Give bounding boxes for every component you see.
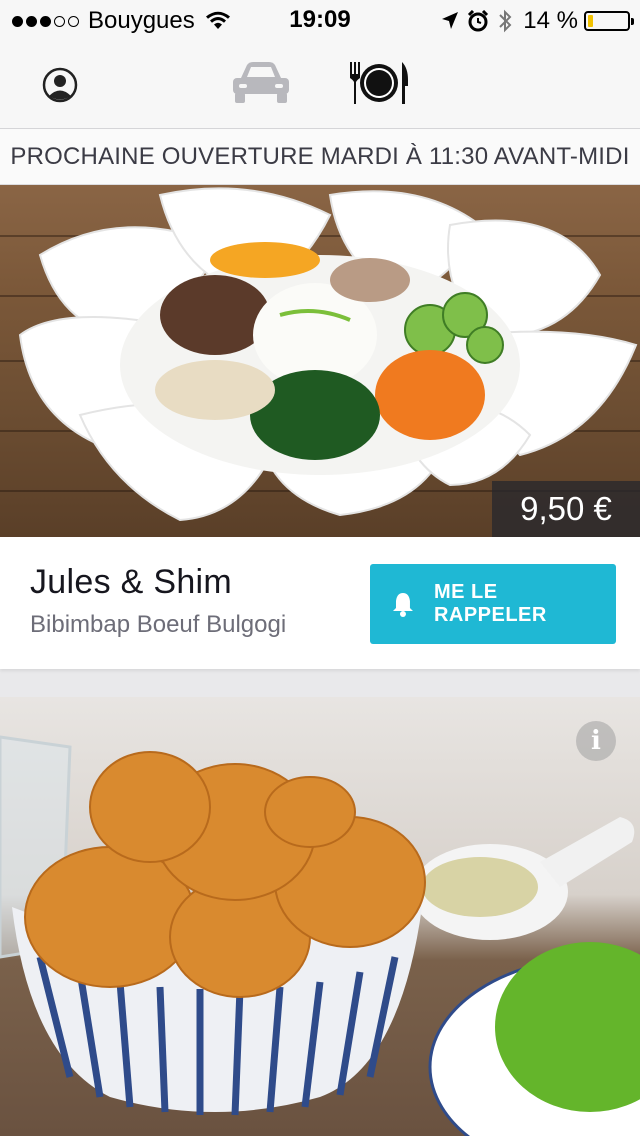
dish-info-card: Jules & Shim Bibimbap Boeuf Bulgogi ME L… [0, 537, 640, 669]
status-bar: Bouygues 19:09 14 % [0, 0, 640, 40]
bluetooth-icon [499, 9, 512, 33]
cutlery-plate-icon [350, 62, 408, 104]
profile-icon [42, 67, 78, 103]
status-right: 14 % [433, 7, 634, 35]
remind-me-button[interactable]: ME LE RAPPELER [370, 564, 616, 644]
price-tag: 9,50 € [492, 481, 640, 537]
info-button[interactable]: i [576, 721, 616, 761]
restaurant-name: Jules & Shim [30, 563, 233, 601]
location-arrow-icon [442, 12, 459, 29]
dish-photo[interactable]: 9,50 € [0, 185, 640, 537]
next-opening-banner: PROCHAINE OUVERTURE MARDI À 11:30 AVANT-… [0, 129, 640, 185]
remind-me-label: ME LE RAPPELER [433, 581, 547, 626]
dish-name: Bibimbap Boeuf Bulgogi [30, 611, 287, 638]
profile-button[interactable] [40, 65, 80, 105]
food-tab-button[interactable] [346, 58, 412, 108]
fried-chicken-illustration [0, 735, 640, 1136]
ride-tab-button[interactable] [226, 58, 296, 108]
dish-photo-2[interactable]: i [0, 697, 640, 1136]
alarm-icon [468, 10, 489, 32]
car-icon [233, 62, 289, 103]
battery-icon [584, 11, 634, 31]
battery-percent: 14 % [523, 7, 578, 34]
bell-icon [392, 593, 413, 617]
top-navigation [0, 40, 640, 129]
battery-level [588, 15, 593, 27]
